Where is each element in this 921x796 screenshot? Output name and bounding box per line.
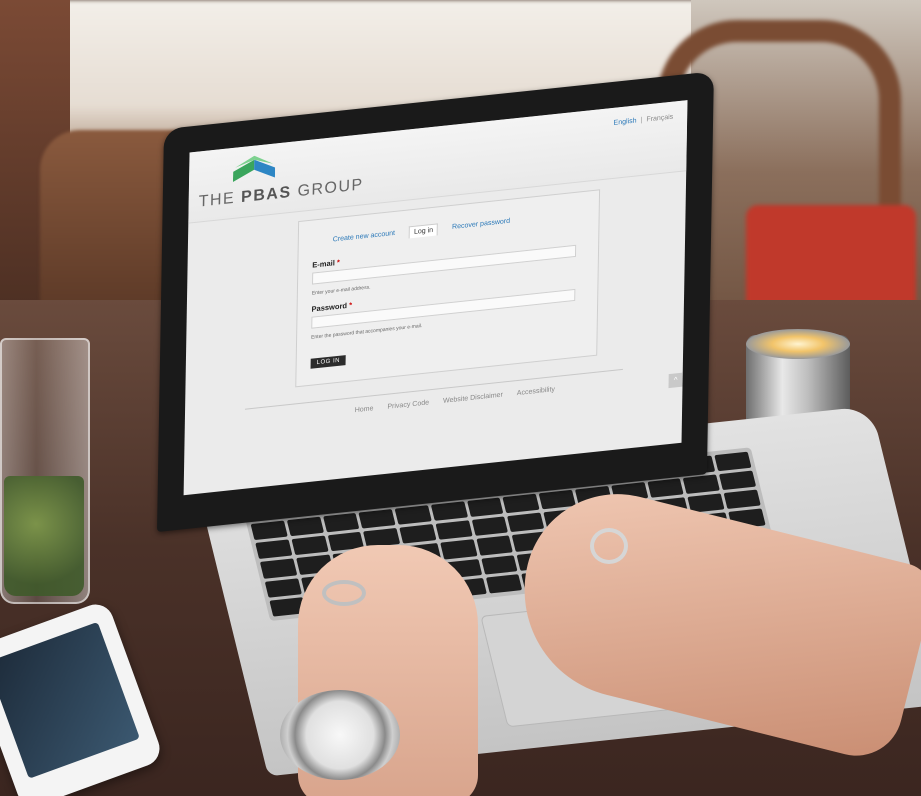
footer-link-website-disclaimer[interactable]: Website Disclaimer	[443, 392, 503, 405]
keyboard-key	[683, 474, 721, 495]
phone-screen	[0, 621, 140, 779]
keyboard-key	[647, 478, 685, 499]
ring-right-hand	[590, 528, 628, 564]
language-english-link[interactable]: English	[614, 117, 637, 126]
keyboard-key	[430, 501, 468, 522]
logo-text-the: THE	[198, 189, 236, 211]
keyboard-key	[435, 520, 473, 541]
logo-wordmark: THE PBAS GROUP	[199, 176, 364, 211]
email-label-text: E-mail	[312, 258, 335, 270]
language-french-link[interactable]: Français	[646, 114, 673, 124]
language-switcher: English | Français	[614, 114, 674, 127]
ring-left-hand	[322, 580, 366, 606]
drinking-glass	[0, 338, 90, 604]
website-display: THE PBAS GROUP English | Français Create n…	[183, 100, 688, 496]
scroll-to-top-icon[interactable]: ^	[668, 372, 683, 389]
laptop-screen: THE PBAS GROUP English | Français Create n…	[157, 71, 714, 532]
keyboard-key	[502, 493, 540, 514]
red-seat-cushion	[746, 205, 916, 315]
tab-log-in[interactable]: Log in	[408, 223, 439, 239]
email-help-text: Enter your e-mail address.	[311, 284, 371, 297]
email-label: E-mail *	[312, 258, 340, 270]
keyboard-key	[476, 535, 514, 556]
keyboard-key	[399, 524, 437, 545]
cafe-scene: THE PBAS GROUP English | Français Create n…	[0, 0, 921, 796]
keyboard-key	[286, 516, 324, 537]
keyboard-key	[466, 497, 504, 518]
keyboard-key	[714, 451, 752, 472]
email-required-marker: *	[336, 257, 340, 268]
keyboard-key	[259, 558, 298, 579]
footer-nav: Home Privacy Code Website Disclaimer Acc…	[355, 386, 555, 414]
keyboard-key	[471, 516, 509, 537]
keyboard-key	[250, 520, 288, 541]
candle-flame	[746, 329, 850, 359]
site-header: THE PBAS GROUP English | Français	[188, 100, 688, 224]
login-panel: Create new account Log in Recover passwo…	[295, 189, 601, 388]
log-in-button[interactable]: LOG IN	[310, 355, 347, 369]
keyboard-key	[723, 489, 761, 510]
footer-link-privacy-code[interactable]: Privacy Code	[387, 399, 429, 410]
tab-recover-password[interactable]: Recover password	[448, 215, 514, 234]
keyboard-key	[255, 539, 293, 560]
keyboard-key	[719, 470, 757, 491]
keyboard-key	[480, 554, 518, 575]
logo-text-pbas: PBAS	[240, 183, 292, 207]
keyboard-key	[394, 505, 432, 525]
keyboard-key	[322, 513, 360, 533]
account-tabs: Create new account Log in Recover passwo…	[329, 215, 514, 247]
password-required-marker: *	[349, 300, 353, 310]
keyboard-key	[264, 577, 302, 598]
wristwatch	[280, 690, 400, 780]
keyboard-key	[485, 573, 523, 594]
keyboard-key	[291, 535, 329, 556]
footer-link-accessibility[interactable]: Accessibility	[517, 386, 555, 397]
tab-create-account[interactable]: Create new account	[329, 227, 399, 246]
password-label-text: Password	[311, 300, 348, 314]
keyboard-key	[358, 509, 396, 529]
footer-link-home[interactable]: Home	[355, 405, 374, 414]
keyboard-key	[440, 539, 478, 560]
password-label: Password *	[312, 300, 353, 313]
mint-leaves	[4, 476, 84, 596]
logo-icon	[232, 155, 276, 182]
email-field[interactable]	[312, 244, 577, 285]
logo-text-group: GROUP	[297, 176, 364, 201]
language-separator: |	[640, 116, 643, 125]
keyboard-key	[507, 512, 545, 533]
